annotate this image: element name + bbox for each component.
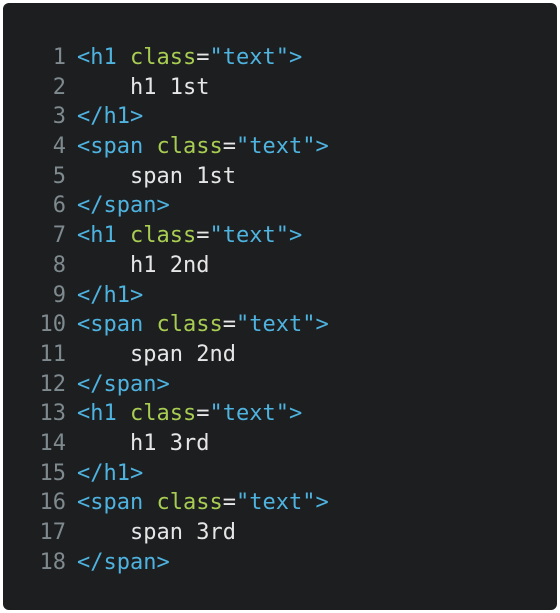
code-operator: =: [196, 45, 210, 70]
line-content: <span class="text">: [77, 132, 329, 162]
code-line: 18 </span>: [3, 548, 557, 578]
code-string: "text": [235, 134, 316, 160]
code-line: 1 <h1 class="text">: [3, 43, 557, 73]
code-line: 2 h1 1st: [3, 73, 557, 103]
code-tag: </span>: [77, 371, 170, 397]
code-tag: >: [315, 490, 329, 516]
line-number: 6: [52, 193, 66, 219]
code-tag: >: [288, 45, 303, 70]
code-line: 3 </h1>: [3, 102, 557, 132]
line-content: </h1>: [77, 102, 143, 132]
line-number: 11: [39, 341, 67, 367]
code-tag: </h1>: [77, 104, 144, 130]
line-content: </span>: [77, 370, 170, 400]
code-line: 16 <span class="text">: [3, 488, 557, 518]
line-number: 4: [52, 134, 66, 160]
code-tag: >: [315, 312, 329, 338]
line-number: 13: [39, 401, 67, 427]
code-text: span 2nd: [77, 341, 236, 367]
line-content: </h1>: [77, 281, 143, 311]
code-line: 14 h1 3rd: [3, 429, 557, 459]
code-operator: =: [196, 401, 210, 427]
code-line: 9 </h1>: [3, 281, 557, 311]
code-operator: =: [222, 134, 236, 160]
line-content: span 1st: [77, 162, 236, 192]
code-attribute: class: [156, 312, 223, 338]
code-text: h1 3rd: [77, 430, 210, 456]
line-content: <span class="text">: [77, 310, 329, 340]
code-text: h1 2nd: [77, 252, 210, 278]
code-tag: <span: [77, 134, 157, 160]
line-content: <h1 class="text">: [77, 221, 302, 251]
code-text: h1 1st: [77, 74, 210, 100]
line-content: h1 1st: [77, 73, 209, 103]
code-line: 17 span 3rd: [3, 518, 557, 548]
code-tag: >: [288, 223, 303, 249]
line-number: 3: [52, 104, 66, 130]
line-number: 16: [39, 490, 67, 516]
line-content: span 2nd: [77, 340, 236, 370]
line-content: h1 3rd: [77, 429, 209, 459]
code-string: "text": [209, 401, 289, 427]
line-number: 10: [39, 312, 67, 338]
code-line: 5 span 1st: [3, 162, 557, 192]
code-line: 15 </h1>: [3, 459, 557, 489]
line-content: <h1 class="text">: [77, 399, 302, 429]
code-tag: >: [315, 134, 329, 160]
line-content: </span>: [77, 191, 170, 221]
line-number: 15: [39, 460, 67, 486]
code-attribute: class: [156, 134, 223, 160]
code-string: "text": [235, 490, 316, 516]
line-number: 8: [52, 252, 66, 278]
line-content: <h1 class="text">: [77, 43, 302, 73]
code-attribute: class: [129, 401, 197, 427]
line-content: </h1>: [77, 459, 143, 489]
line-number: 18: [39, 549, 67, 575]
line-number: 14: [39, 430, 67, 456]
code-text: span 1st: [77, 163, 236, 189]
code-tag: >: [288, 401, 303, 427]
code-string: "text": [209, 45, 289, 70]
line-number: 2: [52, 74, 66, 100]
line-content: h1 2nd: [77, 251, 209, 281]
line-number: 5: [52, 163, 66, 189]
code-line: 6 </span>: [3, 191, 557, 221]
code-operator: =: [196, 223, 210, 249]
line-number: 17: [39, 520, 67, 545]
line-number: 7: [52, 223, 66, 249]
code-tag: </h1>: [77, 460, 144, 486]
code-line: 10 <span class="text">: [3, 310, 557, 340]
code-attribute: class: [156, 490, 223, 516]
code-tag: <span: [77, 312, 157, 338]
code-line: 11 span 2nd: [3, 340, 557, 370]
code-string: "text": [209, 223, 289, 249]
code-tag: <h1: [77, 401, 130, 427]
line-content: </span>: [77, 548, 170, 578]
line-number: 12: [39, 371, 67, 397]
code-tag: </span>: [77, 193, 170, 219]
code-operator: =: [222, 312, 236, 338]
code-string: "text": [235, 312, 316, 338]
code-line: 8 h1 2nd: [3, 251, 557, 281]
code-block: 1 <h1 class="text"> 2 h1 1st 3 </h1> 4 <span c…: [3, 43, 557, 577]
code-editor: 1 <h1 class="text"> 2 h1 1st 3 </h1> 4 <span c…: [3, 3, 557, 610]
line-content: <span class="text">: [77, 488, 329, 518]
code-line: 13 <h1 class="text">: [3, 399, 557, 429]
code-tag: <span: [77, 490, 157, 516]
line-number: 1: [52, 45, 66, 70]
code-line: 7 <h1 class="text">: [3, 221, 557, 251]
code-tag: <h1: [77, 45, 130, 70]
code-tag: <h1: [77, 223, 130, 249]
code-line: 12 </span>: [3, 370, 557, 400]
code-attribute: class: [129, 45, 197, 70]
code-attribute: class: [129, 223, 197, 249]
code-line: 4 <span class="text">: [3, 132, 557, 162]
code-tag: </h1>: [77, 282, 144, 308]
code-text: span 3rd: [77, 520, 236, 545]
line-number: 9: [52, 282, 66, 308]
code-operator: =: [222, 490, 236, 516]
code-tag: </span>: [77, 549, 170, 575]
line-content: span 3rd: [77, 518, 236, 548]
